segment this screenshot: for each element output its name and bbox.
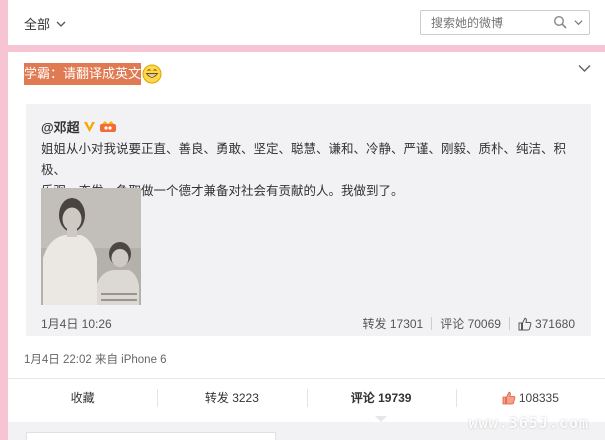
top-filter-bar: 全部	[8, 0, 605, 45]
post-meta: 1月4日 22:02 来自 iPhone 6	[24, 354, 167, 366]
author-name-link[interactable]: @邓超	[41, 117, 80, 136]
comment-label: 评论 19739	[350, 391, 412, 405]
like-button[interactable]: 108335	[455, 379, 605, 416]
vip-crown-icon[interactable]	[99, 120, 117, 133]
like-count: 108335	[518, 390, 559, 405]
post-header: 学霸：请翻译成英文	[24, 63, 162, 85]
post-menu-chevron-icon[interactable]	[578, 64, 591, 73]
quoted-like-button[interactable]: 371680	[518, 317, 575, 331]
search-input[interactable]	[421, 11, 551, 34]
quoted-timestamp-link[interactable]: 1月4日 10:26	[41, 315, 112, 332]
chevron-down-icon	[56, 21, 66, 27]
comment-input-box[interactable]	[26, 432, 276, 440]
thumbs-up-icon	[518, 317, 532, 330]
quoted-text-line: 姐姐从小对我说要正直、善良、勇敢、坚定、聪慧、谦和、冷静、严谨、刚毅、质朴、纯洁…	[41, 142, 567, 177]
action-bar: 收藏 转发 3223 评论 19739 108335	[8, 378, 605, 422]
grinning-face-icon	[142, 64, 162, 84]
filter-label: 全部	[24, 17, 51, 32]
filter-dropdown[interactable]: 全部	[24, 14, 66, 33]
search-icon[interactable]	[553, 15, 567, 29]
comment-button[interactable]: 评论 19739	[306, 379, 456, 422]
verified-badge-icon[interactable]	[83, 120, 96, 133]
favorite-label: 收藏	[70, 391, 95, 405]
post-text: 学霸：请翻译成英文	[24, 63, 142, 85]
search-options-chevron-icon[interactable]	[574, 18, 583, 27]
thumbs-up-icon	[502, 391, 516, 404]
old-photo-thumbnail[interactable]	[41, 188, 141, 305]
quoted-stats: 转发 17301 评论 70069 371680	[363, 315, 575, 332]
quoted-post: @邓超 姐姐从小对我说要正直、善良、勇敢、坚定、聪慧、谦和、冷静、严谨、刚毅、质…	[26, 104, 591, 336]
quoted-author: @邓超	[41, 117, 117, 136]
quoted-repost-link[interactable]: 转发 17301	[363, 315, 424, 332]
divider	[508, 317, 510, 330]
search-box	[420, 10, 590, 35]
repost-label: 转发 3223	[204, 391, 259, 405]
divider	[431, 317, 433, 330]
favorite-button[interactable]: 收藏	[8, 379, 157, 416]
quoted-like-count: 371680	[534, 316, 575, 331]
site-watermark: www.365J.com	[468, 414, 589, 432]
weibo-post-card: 学霸：请翻译成英文 @邓超 姐姐从小对我说要正直、善良、勇敢、坚定、聪慧、谦和、…	[8, 52, 605, 440]
repost-button[interactable]: 转发 3223	[157, 379, 306, 416]
quoted-comment-link[interactable]: 评论 70069	[440, 315, 501, 332]
